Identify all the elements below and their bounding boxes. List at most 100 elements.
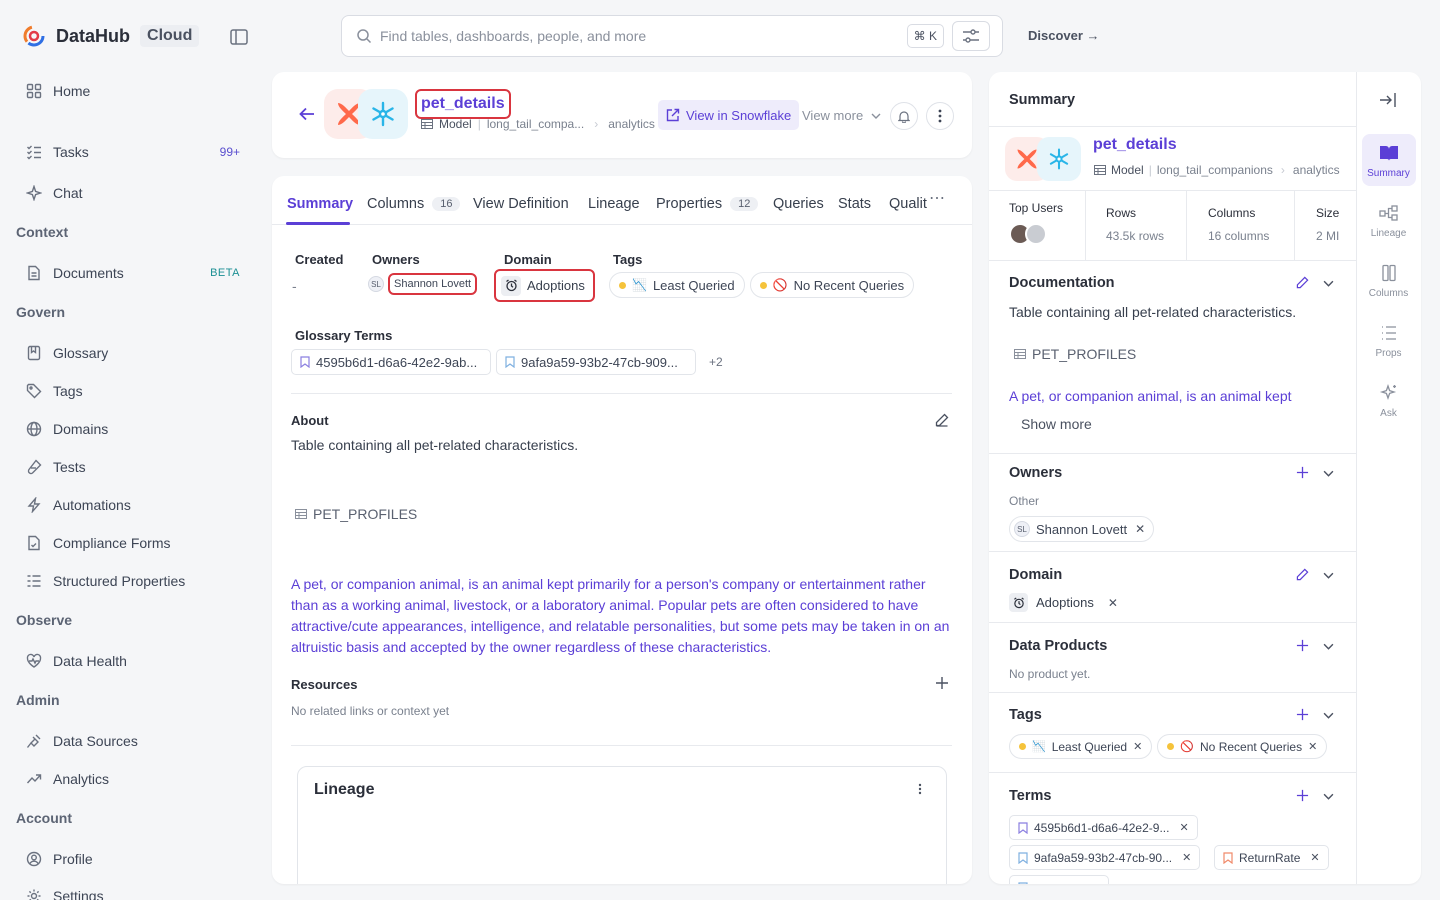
- logo[interactable]: DataHub Cloud: [22, 24, 200, 48]
- add-tag-icon[interactable]: [1296, 708, 1309, 721]
- tag-no-recent-queries[interactable]: 🚫 No Recent Queries: [749, 272, 915, 298]
- sidebar-item-settings[interactable]: Settings: [16, 880, 248, 900]
- panel-path-1[interactable]: long_tail_companions: [1157, 163, 1273, 177]
- owner-pill[interactable]: SL Shannon Lovett: [368, 273, 478, 295]
- sidebar-item-tests[interactable]: Tests: [16, 451, 248, 483]
- collapse-panel-icon[interactable]: [1379, 92, 1397, 108]
- sidebar-item-glossary[interactable]: Glossary: [16, 337, 248, 369]
- show-more-button[interactable]: Show more: [1021, 416, 1092, 432]
- panel-entity-name[interactable]: pet_details: [1093, 136, 1177, 154]
- sidebar-item-data-sources[interactable]: Data Sources: [16, 725, 248, 757]
- panel-term-1[interactable]: 4595b6d1-d6a6-42e2-9... ✕: [1009, 815, 1198, 840]
- rail-tab-summary[interactable]: Summary: [1361, 144, 1416, 179]
- panel-tag-least-queried[interactable]: 📉 Least Queried ✕: [1009, 734, 1153, 759]
- collapse-tags-icon[interactable]: [1323, 712, 1334, 719]
- breadcrumb-path-1[interactable]: long_tail_compa...: [487, 117, 584, 131]
- divider: [989, 126, 1356, 127]
- term-label: 9afa9a59-93b2-47cb-90...: [1034, 850, 1173, 865]
- panel-owner-pill[interactable]: SL Shannon Lovett ✕: [1009, 516, 1155, 542]
- remove-term-icon[interactable]: ✕: [1182, 851, 1191, 864]
- discover-link[interactable]: Discover →: [1028, 28, 1100, 43]
- collapse-owners-icon[interactable]: [1323, 470, 1334, 477]
- tab-stats[interactable]: Stats: [838, 196, 871, 212]
- sidebar-item-analytics[interactable]: Analytics: [16, 763, 248, 795]
- remove-term-icon[interactable]: ✕: [1179, 821, 1188, 834]
- panel-term-2[interactable]: 9afa9a59-93b2-47cb-90... ✕: [1009, 845, 1201, 870]
- lineage-menu-icon[interactable]: [918, 783, 922, 795]
- remove-tag-icon[interactable]: ✕: [1308, 740, 1317, 753]
- user-circle-icon: [25, 850, 43, 868]
- edit-about-icon[interactable]: [935, 413, 949, 427]
- rail-tab-lineage[interactable]: Lineage: [1361, 204, 1416, 239]
- owner-name[interactable]: Shannon Lovett: [388, 273, 478, 295]
- subscribe-button[interactable]: [890, 102, 918, 130]
- documentation-link[interactable]: A pet, or companion animal, is an animal…: [1009, 388, 1292, 404]
- sidebar-item-home[interactable]: Home: [16, 75, 248, 107]
- sidebar-item-compliance-forms[interactable]: Compliance Forms: [16, 527, 248, 559]
- edit-documentation-icon[interactable]: [1296, 276, 1309, 289]
- tag-least-queried[interactable]: 📉 Least Queried: [609, 272, 745, 298]
- sidebar-item-tags[interactable]: Tags: [16, 375, 248, 407]
- panel-path-2[interactable]: analytics: [1293, 163, 1340, 177]
- edit-domain-icon[interactable]: [1296, 568, 1309, 581]
- sidebar-toggle-icon[interactable]: [230, 29, 248, 45]
- panel-term-3[interactable]: ReturnRate ✕: [1214, 845, 1329, 870]
- rail-tab-props[interactable]: Props: [1361, 324, 1416, 359]
- view-more-label: View more: [802, 108, 864, 123]
- view-in-snowflake-button[interactable]: View in Snowflake: [658, 100, 800, 130]
- search-input[interactable]: [380, 28, 880, 44]
- sidebar-item-tasks[interactable]: Tasks 99+: [16, 136, 248, 168]
- bookmark-icon: [505, 356, 515, 368]
- collapse-domain-icon[interactable]: [1323, 572, 1334, 579]
- user-avatar[interactable]: [1025, 223, 1047, 245]
- tab-quality[interactable]: Qualit: [889, 196, 927, 212]
- remove-tag-icon[interactable]: ✕: [1133, 740, 1142, 753]
- sidebar-item-data-health[interactable]: Data Health: [16, 645, 248, 677]
- tab-queries[interactable]: Queries: [773, 196, 824, 212]
- entity-name[interactable]: pet_details: [421, 95, 505, 113]
- sidebar-item-chat[interactable]: Chat: [16, 177, 248, 209]
- tab-view-definition[interactable]: View Definition: [473, 196, 569, 212]
- collapse-data-products-icon[interactable]: [1323, 643, 1334, 650]
- rail-tab-columns[interactable]: Columns: [1361, 264, 1416, 299]
- glossary-more-count[interactable]: +2: [709, 355, 723, 369]
- tasks-count-badge: 99+: [219, 145, 240, 159]
- tab-lineage[interactable]: Lineage: [588, 196, 640, 212]
- remove-owner-icon[interactable]: ✕: [1135, 522, 1145, 536]
- collapse-documentation-icon[interactable]: [1323, 280, 1334, 287]
- sidebar-item-label: Analytics: [53, 771, 110, 787]
- sidebar-item-automations[interactable]: Automations: [16, 489, 248, 521]
- panel-tag-no-recent-queries[interactable]: 🚫 No Recent Queries ✕: [1157, 734, 1328, 759]
- glossary-term-2[interactable]: 9afa9a59-93b2-47cb-909...: [496, 349, 696, 375]
- collapse-terms-icon[interactable]: [1323, 793, 1334, 800]
- add-term-icon[interactable]: [1296, 789, 1309, 802]
- remove-term-icon[interactable]: ✕: [1310, 851, 1319, 864]
- more-actions-button[interactable]: [926, 102, 954, 130]
- back-arrow-icon[interactable]: [299, 107, 315, 121]
- sidebar-item-domains[interactable]: Domains: [16, 413, 248, 445]
- domain-pill[interactable]: Adoptions: [494, 269, 595, 302]
- panel-term-4[interactable]: [1009, 875, 1109, 884]
- prohibited-icon: 🚫: [1180, 741, 1195, 753]
- add-resource-icon[interactable]: [935, 676, 949, 690]
- view-more-dropdown[interactable]: View more: [802, 108, 881, 123]
- tab-columns[interactable]: Columns 16: [367, 196, 461, 212]
- glossary-term-1[interactable]: 4595b6d1-d6a6-42e2-9ab...: [291, 349, 491, 375]
- search-filter-button[interactable]: [952, 21, 990, 51]
- sidebar-item-documents[interactable]: Documents BETA: [16, 257, 248, 289]
- tabs-overflow-icon[interactable]: ⋯: [929, 188, 945, 208]
- add-owner-icon[interactable]: [1296, 466, 1309, 479]
- rail-tab-ask[interactable]: Ask: [1361, 384, 1416, 419]
- panel-tags-list: 📉 Least Queried ✕ 🚫 No Recent Queries ✕: [1009, 734, 1328, 759]
- add-data-product-icon[interactable]: [1296, 639, 1309, 652]
- checklist-icon: [25, 143, 43, 161]
- global-search[interactable]: ⌘ K: [341, 15, 1003, 57]
- remove-domain-icon[interactable]: ✕: [1108, 596, 1118, 610]
- sidebar-item-structured-properties[interactable]: Structured Properties: [16, 565, 248, 597]
- breadcrumb-path-2[interactable]: analytics: [608, 117, 655, 131]
- panel-domain-pill[interactable]: Adoptions ✕: [1009, 593, 1118, 612]
- sidebar-item-profile[interactable]: Profile: [16, 843, 248, 875]
- tab-summary[interactable]: Summary: [287, 196, 353, 212]
- tab-properties[interactable]: Properties 12: [656, 196, 759, 212]
- section-account: Account: [16, 810, 72, 826]
